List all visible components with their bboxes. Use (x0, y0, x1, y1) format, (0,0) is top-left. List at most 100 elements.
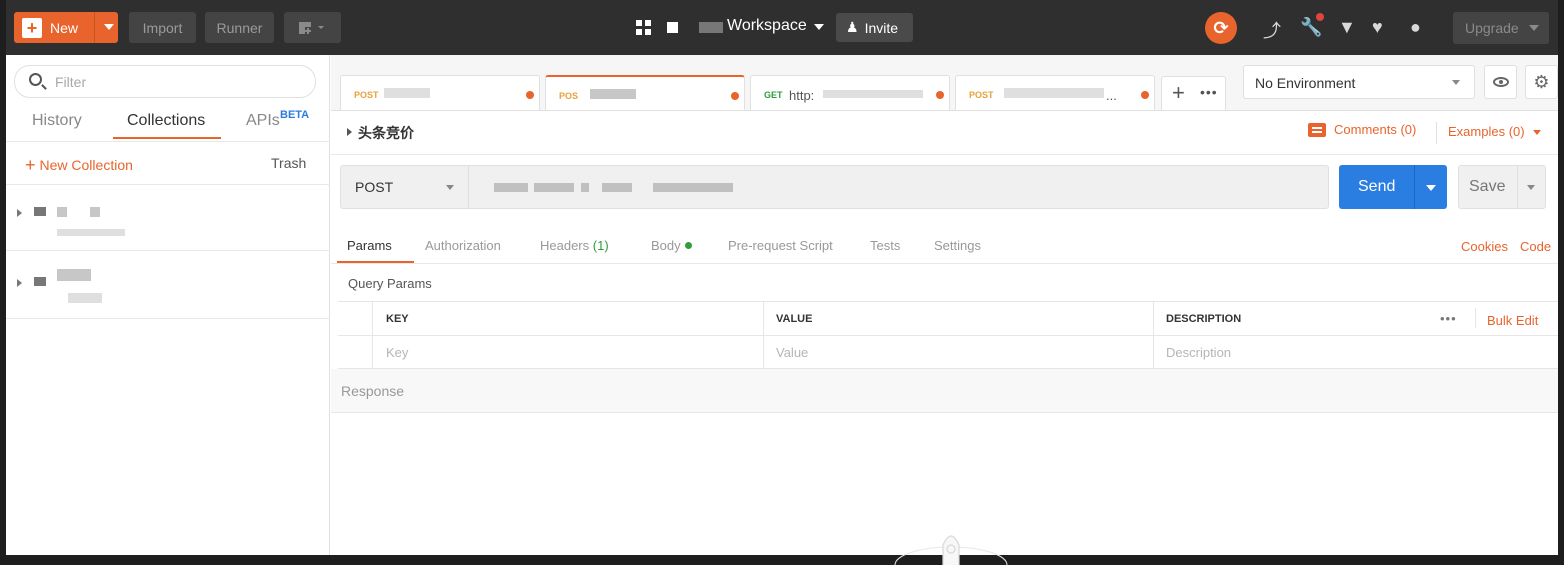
cookies-link[interactable]: Cookies (1461, 239, 1508, 254)
collection-item[interactable] (6, 185, 330, 251)
workspace-label[interactable]: Workspace (727, 17, 807, 35)
satellite-icon[interactable]: ⤴ (1263, 17, 1281, 43)
comment-icon (1308, 122, 1326, 137)
unsaved-dot (936, 91, 944, 99)
tab-prerequest-script[interactable]: Pre-request Script (728, 238, 833, 253)
tab-history[interactable]: History (32, 112, 82, 130)
runner-button[interactable]: Runner (205, 12, 274, 43)
chevron-down-icon (1532, 130, 1541, 135)
save-button[interactable]: Save (1458, 165, 1546, 209)
add-tab-area: + ••• (1161, 76, 1226, 110)
unsaved-dot (1141, 91, 1149, 99)
notification-dot (1316, 13, 1324, 21)
tab-apis[interactable]: APIs (246, 112, 280, 130)
caret-right-icon[interactable] (17, 279, 22, 287)
new-button-label: New (50, 19, 79, 36)
param-key-input[interactable] (386, 343, 746, 361)
eye-icon (1493, 77, 1509, 87)
request-tabs-bar: POST POS GET http: POST ... + ••• No Env… (331, 55, 1558, 111)
tab-tests[interactable]: Tests (870, 238, 900, 253)
bell-icon[interactable]: ▼ (1338, 17, 1356, 38)
avatar-icon[interactable]: ● (1410, 17, 1421, 38)
bulk-edit-link[interactable]: Bulk Edit (1487, 313, 1538, 328)
heart-icon[interactable]: ♥ (1372, 17, 1383, 38)
workspace-chevron-down-icon[interactable] (814, 24, 824, 30)
search-icon (29, 73, 42, 86)
main-panel: POST POS GET http: POST ... + ••• No Env… (331, 55, 1558, 565)
filter-input[interactable] (55, 72, 305, 92)
workspace-square-icon (667, 22, 678, 33)
comments-button[interactable]: Comments (0) (1308, 122, 1416, 137)
more-tabs-icon[interactable]: ••• (1200, 84, 1218, 100)
top-bar: + New Import Runner Workspace ♟ Invite ⟳… (6, 0, 1558, 55)
request-name[interactable]: 头条竞价 (358, 123, 414, 143)
response-label: Response (341, 383, 405, 399)
manage-environments-button[interactable]: ⚙ (1525, 65, 1558, 99)
chevron-down-icon[interactable] (1529, 25, 1539, 31)
sidebar: History Collections APIs BETA +New Colle… (6, 55, 330, 555)
invite-button[interactable]: ♟ Invite (836, 13, 913, 42)
add-tab-button[interactable]: + (1172, 80, 1185, 106)
workspace-icon (699, 22, 723, 33)
tab-collections[interactable]: Collections (127, 112, 205, 130)
caret-right-icon[interactable] (347, 128, 352, 136)
tab-headers[interactable]: Headers (1) (540, 238, 609, 253)
request-tab-active[interactable]: POS (545, 75, 745, 110)
postman-app: + New Import Runner Workspace ♟ Invite ⟳… (6, 0, 1558, 565)
body-indicator-dot (684, 242, 692, 249)
query-params-table: KEY VALUE DESCRIPTION ••• Bulk Edit (338, 301, 1558, 369)
tab-authorization[interactable]: Authorization (425, 238, 501, 253)
chevron-down-icon[interactable] (1426, 185, 1436, 191)
add-user-icon: ♟ (846, 19, 859, 35)
plus-icon: + (22, 17, 42, 38)
plus-icon: + (25, 155, 36, 175)
param-description-input[interactable] (1166, 343, 1546, 361)
grid-icon[interactable] (636, 20, 651, 35)
environment-quick-look-button[interactable] (1484, 65, 1517, 99)
request-name-row: 头条竞价 Comments (0) Examples (0) (331, 112, 1558, 155)
more-options-icon[interactable]: ••• (1440, 311, 1457, 326)
tab-body[interactable]: Body (651, 238, 692, 253)
url-input[interactable] (470, 166, 1328, 208)
chevron-down-icon[interactable] (104, 24, 114, 30)
rocket-illustration (894, 535, 1008, 565)
method-select[interactable]: POST (341, 166, 469, 208)
examples-button[interactable]: Examples (0) (1448, 124, 1541, 139)
chevron-down-icon (1452, 80, 1460, 85)
environment-select[interactable]: No Environment (1243, 65, 1475, 99)
filter-field[interactable] (14, 65, 316, 98)
unsaved-dot (526, 91, 534, 99)
code-link[interactable]: Code (1520, 239, 1551, 254)
folder-icon (34, 207, 46, 216)
beta-badge: BETA (280, 109, 310, 121)
request-tab[interactable]: GET http: (750, 75, 950, 110)
url-bar: POST (340, 165, 1329, 209)
new-button[interactable]: + New (14, 12, 118, 43)
unsaved-dot (731, 92, 739, 100)
caret-right-icon[interactable] (17, 209, 22, 217)
response-section: Response (331, 369, 1558, 413)
tab-params[interactable]: Params (347, 238, 392, 253)
new-window-button[interactable] (284, 12, 341, 43)
active-tab-indicator (113, 137, 221, 139)
gear-icon: ⚙ (1533, 72, 1550, 92)
import-button[interactable]: Import (129, 12, 196, 43)
tab-settings[interactable]: Settings (934, 238, 981, 253)
send-button[interactable]: Send (1339, 165, 1447, 209)
request-tab[interactable]: POST (340, 75, 540, 110)
new-window-icon (298, 21, 324, 35)
column-header-key: KEY (386, 313, 409, 325)
folder-icon (34, 277, 46, 286)
trash-link[interactable]: Trash (271, 155, 306, 171)
column-header-value: VALUE (776, 313, 813, 325)
param-value-input[interactable] (776, 343, 1136, 361)
upgrade-button[interactable]: Upgrade (1453, 12, 1549, 44)
query-params-label: Query Params (348, 276, 432, 291)
request-tab[interactable]: POST ... (955, 75, 1155, 110)
sync-icon[interactable]: ⟳ (1205, 12, 1237, 44)
chevron-down-icon (446, 185, 454, 190)
new-collection-button[interactable]: + New Collection (25, 154, 133, 175)
column-header-description: DESCRIPTION (1166, 313, 1242, 325)
collection-item[interactable] (6, 251, 330, 319)
chevron-down-icon[interactable] (1527, 185, 1535, 190)
